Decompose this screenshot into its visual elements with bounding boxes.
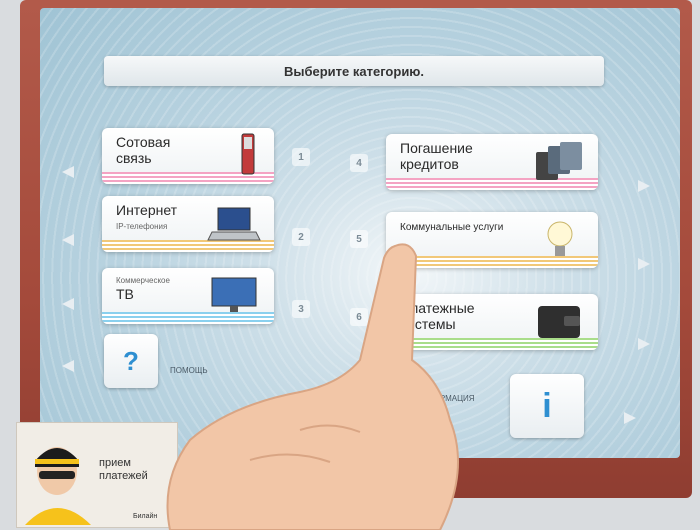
- credit-cards-icon: [536, 142, 582, 180]
- category-label: Коммунальные услуги: [400, 222, 504, 233]
- category-sublabel: Коммерческое: [116, 276, 170, 285]
- category-number: 5: [350, 230, 368, 248]
- help-button[interactable]: ?: [104, 334, 158, 388]
- category-label: ТВ: [116, 286, 134, 302]
- laptop-icon: [207, 207, 261, 241]
- category-mobile[interactable]: Сотовая связь: [102, 128, 274, 184]
- lightbulb-icon: [547, 221, 573, 256]
- wallet-icon: [538, 306, 580, 338]
- scroll-right-arrow-icon[interactable]: [638, 180, 650, 192]
- category-label: Платежные системы: [400, 300, 475, 332]
- info-icon: i: [542, 386, 552, 425]
- category-number: 4: [350, 154, 368, 172]
- info-label: ИНФОРМАЦИЯ: [416, 394, 475, 403]
- category-number: 2: [292, 228, 310, 246]
- scroll-left-arrow-icon[interactable]: [62, 166, 74, 178]
- category-label: Погашение кредитов: [400, 140, 473, 172]
- person-photo-icon: [25, 447, 91, 525]
- help-label: ПОМОЩЬ: [170, 366, 208, 375]
- kiosk-screen: Выберите категорию. Сотовая связь 1 Инте…: [40, 8, 680, 458]
- category-internet[interactable]: Интернет IP-телефония: [102, 196, 274, 252]
- scroll-left-arrow-icon[interactable]: [62, 298, 74, 310]
- category-sublabel: IP-телефония: [116, 222, 168, 231]
- category-label: Интернет: [116, 202, 178, 218]
- category-label: Сотовая связь: [116, 134, 171, 166]
- ad-text: прием платежей: [99, 457, 148, 482]
- category-tv[interactable]: Коммерческое ТВ: [102, 268, 274, 324]
- scroll-right-arrow-icon[interactable]: [638, 338, 650, 350]
- scroll-right-arrow-icon[interactable]: [624, 412, 636, 424]
- page-title: Выберите категорию.: [104, 56, 604, 86]
- category-number: 3: [292, 300, 310, 318]
- scroll-left-arrow-icon[interactable]: [62, 234, 74, 246]
- info-button[interactable]: i: [510, 374, 584, 438]
- advertisement-sticker: прием платежей Билайн: [16, 422, 178, 528]
- category-loans[interactable]: Погашение кредитов: [386, 134, 598, 190]
- tv-icon: [211, 277, 257, 312]
- scroll-left-arrow-icon[interactable]: [62, 360, 74, 372]
- category-number: 6: [350, 308, 368, 326]
- help-icon: ?: [123, 345, 139, 376]
- mobile-phone-icon: [241, 133, 255, 175]
- ad-brand: Билайн: [133, 513, 158, 520]
- scroll-right-arrow-icon[interactable]: [638, 258, 650, 270]
- category-number: 1: [292, 148, 310, 166]
- page-title-text: Выберите категорию.: [283, 63, 425, 79]
- category-payment-systems[interactable]: Платежные системы: [386, 294, 598, 350]
- category-utilities[interactable]: Коммунальные услуги: [386, 212, 598, 268]
